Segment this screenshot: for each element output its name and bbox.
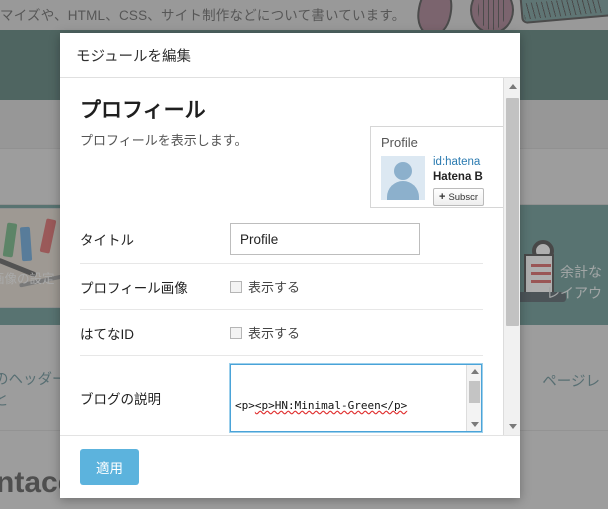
chevron-down-icon <box>470 422 479 427</box>
hatena-id-checkbox[interactable] <box>230 326 242 339</box>
textarea-scrollbar-thumb[interactable] <box>469 381 480 403</box>
code-line-1-text: <p>HN:Minimal-Green</p> <box>254 399 408 412</box>
avatar-head-icon <box>394 162 412 180</box>
form-row-hatena-id: はてなID 表示する <box>80 309 483 355</box>
edit-module-modal: モジュールを編集 プロフィール プロフィールを表示します。 Profile id… <box>60 33 520 498</box>
scrollbar-thumb[interactable] <box>506 98 519 326</box>
chevron-down-icon <box>508 424 517 429</box>
chevron-up-icon <box>470 369 479 374</box>
subscribe-label: Subscr <box>448 191 479 203</box>
profile-image-checkbox-wrap[interactable]: 表示する <box>230 277 483 296</box>
form-row-blog-description: ブログの説明 <p><p>HN:Minimal-Green</p> <img s… <box>80 355 483 435</box>
preview-title: Profile <box>381 135 418 150</box>
textarea-scrollbar[interactable] <box>466 365 481 431</box>
title-input[interactable] <box>230 223 420 255</box>
modal-title: モジュールを編集 <box>76 48 191 65</box>
module-settings-form: タイトル プロフィール画像 表示する はてなID <box>60 215 503 435</box>
field-blog-description: <p><p>HN:Minimal-Green</p> <img src="htt… <box>229 363 483 433</box>
preview-body: id:hatena Hatena B + Subscr <box>381 156 503 206</box>
modal-header: モジュールを編集 <box>60 33 520 78</box>
modal-scroll-area: プロフィール プロフィールを表示します。 Profile id:hatena H… <box>60 78 503 435</box>
preview-meta: id:hatena Hatena B + Subscr <box>433 156 485 206</box>
apply-button[interactable]: 適用 <box>80 449 139 485</box>
blog-description-text[interactable]: <p><p>HN:Minimal-Green</p> <img src="htt… <box>231 365 466 431</box>
profile-image-checkbox-label: 表示する <box>248 280 301 295</box>
field-hatena-id: 表示する <box>230 323 483 342</box>
textarea-scroll-down-button[interactable] <box>467 418 481 431</box>
modal-footer: 適用 <box>60 435 520 498</box>
plus-icon: + <box>439 191 446 203</box>
label-title: タイトル <box>80 233 134 248</box>
form-row-profile-image: プロフィール画像 表示する <box>80 263 483 309</box>
label-blog-description: ブログの説明 <box>80 392 161 407</box>
module-name: プロフィール <box>80 99 206 122</box>
field-title <box>230 223 483 255</box>
scroll-up-button[interactable] <box>504 78 520 95</box>
modal-scrollbar[interactable] <box>503 78 520 435</box>
scroll-down-button[interactable] <box>504 418 520 435</box>
avatar <box>381 156 425 200</box>
blog-description-textarea[interactable]: <p><p>HN:Minimal-Green</p> <img src="htt… <box>229 363 483 433</box>
hatena-id-checkbox-label: 表示する <box>248 326 301 341</box>
preview-blog-name: Hatena B <box>433 171 483 183</box>
preview-user-id[interactable]: id:hatena <box>433 156 484 168</box>
code-line-1: <p><p>HN:Minimal-Green</p> <box>235 399 408 412</box>
module-preview-card: Profile id:hatena Hatena B + Subscr <box>370 126 503 208</box>
modal-body: プロフィール プロフィールを表示します。 Profile id:hatena H… <box>60 78 520 435</box>
chevron-up-icon <box>508 84 517 89</box>
field-profile-image: 表示する <box>230 277 483 296</box>
subscribe-button[interactable]: + Subscr <box>433 188 485 206</box>
textarea-scroll-up-button[interactable] <box>467 365 481 378</box>
label-hatena-id: はてなID <box>80 326 134 342</box>
form-row-title: タイトル <box>80 215 483 263</box>
hatena-id-checkbox-wrap[interactable]: 表示する <box>230 323 483 342</box>
profile-image-checkbox[interactable] <box>230 280 242 293</box>
avatar-body-icon <box>387 181 419 200</box>
label-profile-image: プロフィール画像 <box>80 280 188 296</box>
